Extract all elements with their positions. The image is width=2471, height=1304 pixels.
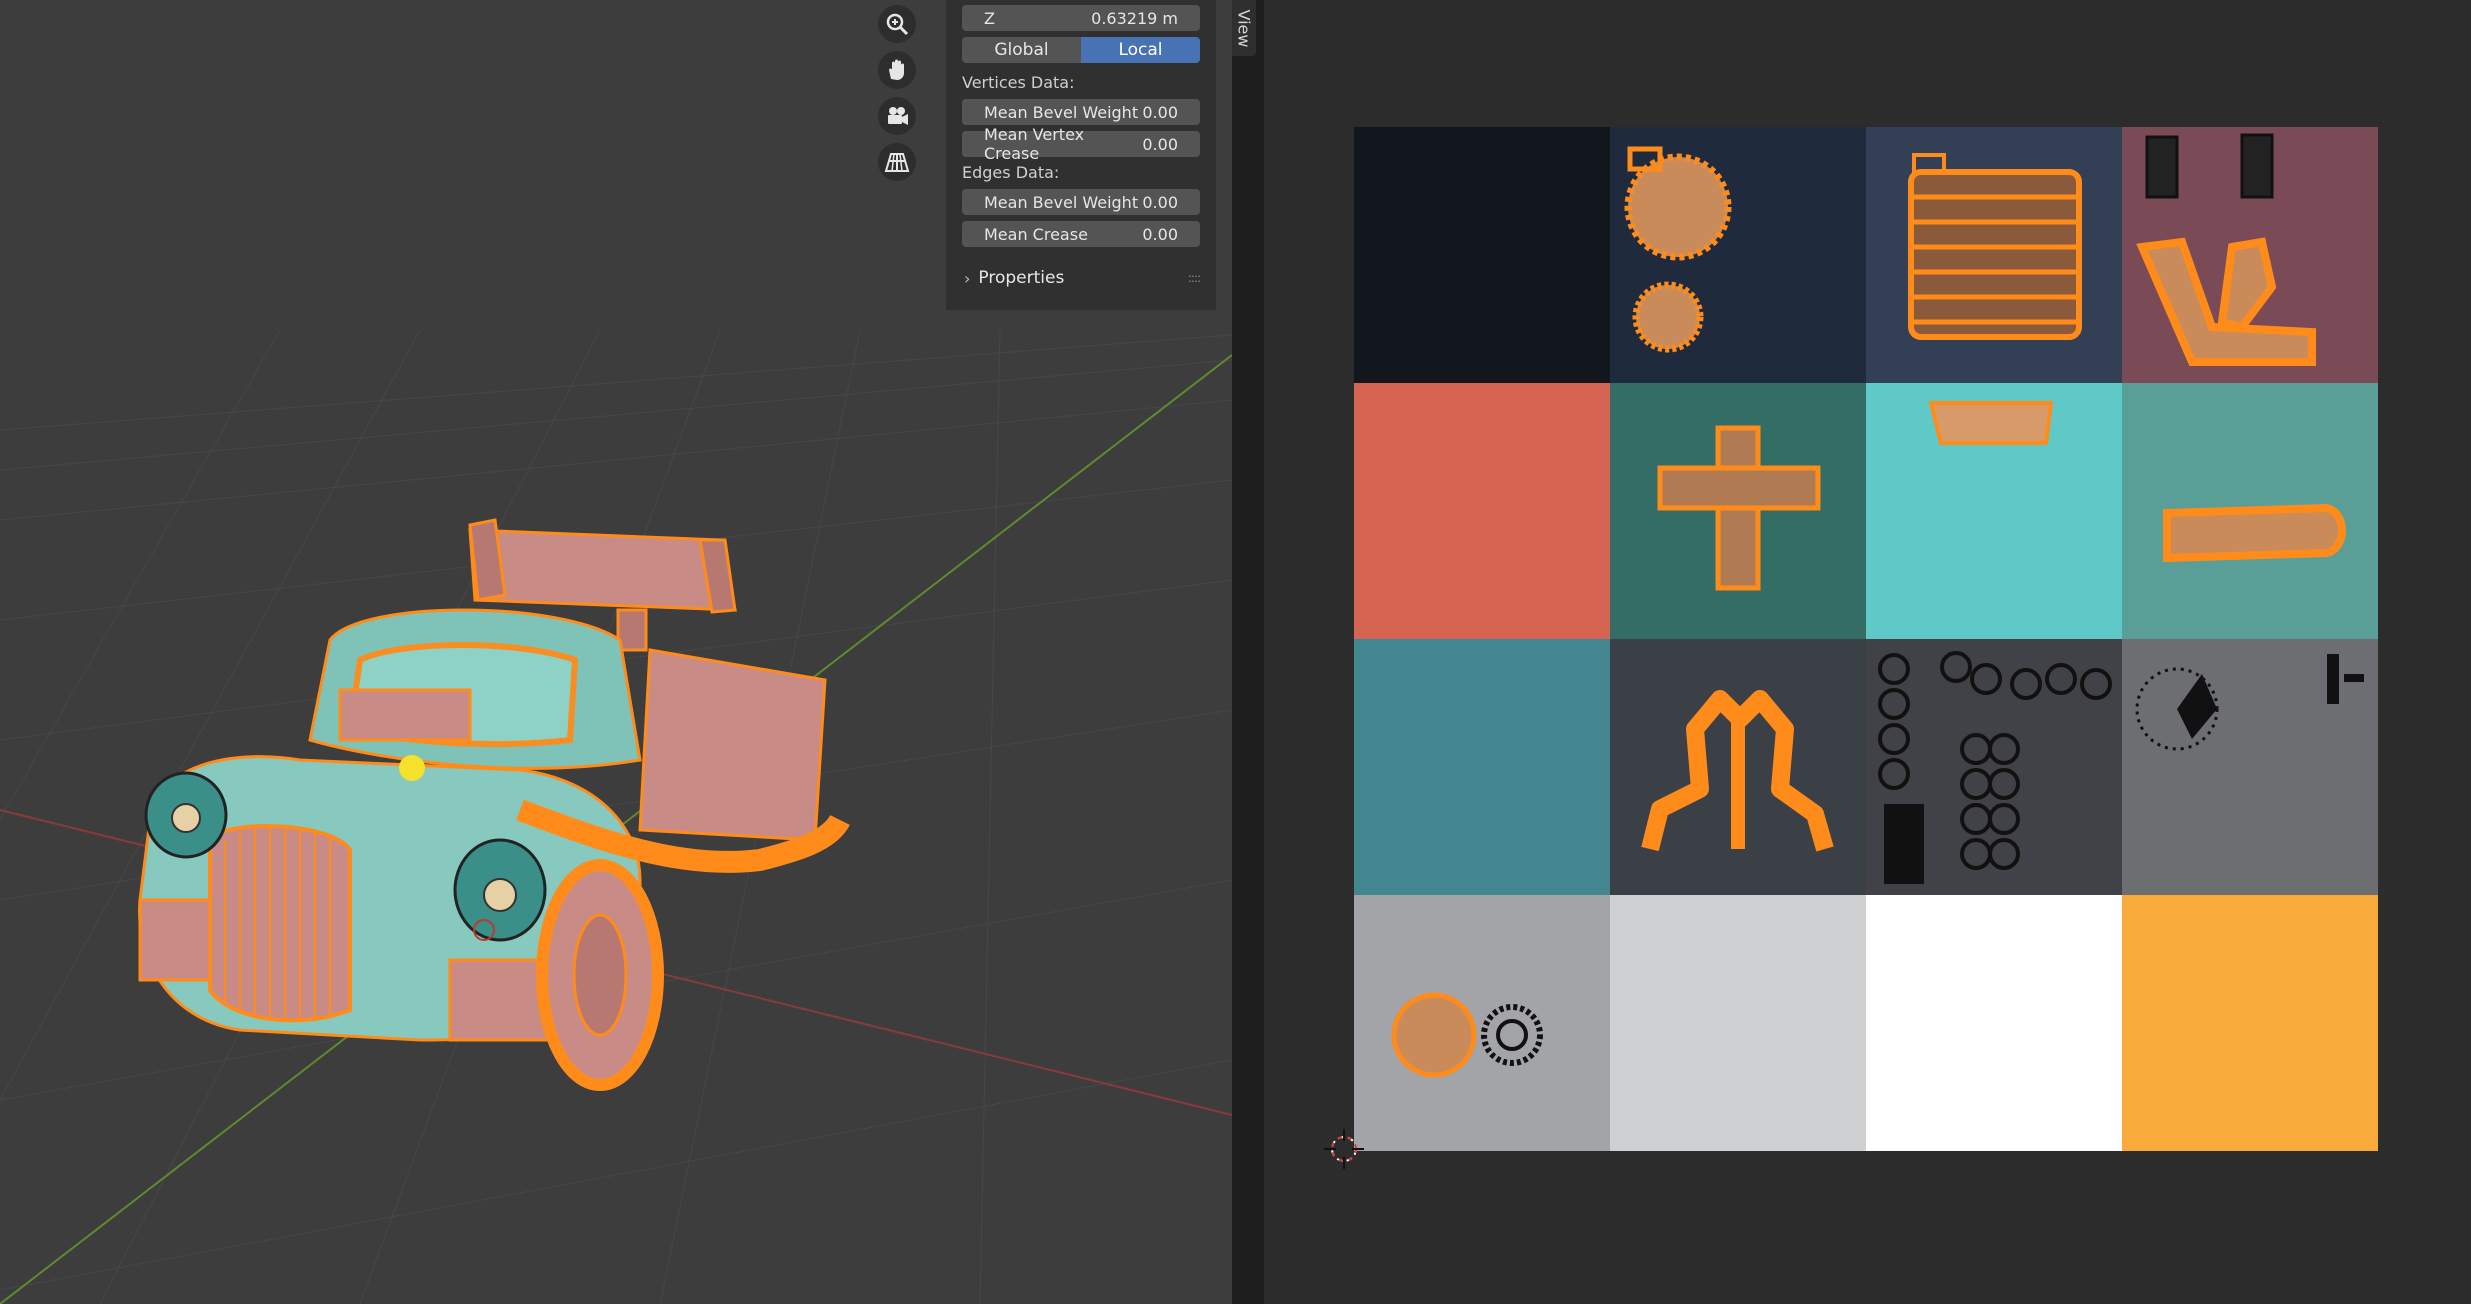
drag-handle-icon[interactable]: :::: xyxy=(1188,271,1201,285)
object-origin xyxy=(399,755,425,781)
uv-island xyxy=(1928,401,2054,445)
mean-vertex-crease-value: 0.00 xyxy=(1142,134,1178,154)
tab-view[interactable]: View xyxy=(1232,0,1256,56)
mean-vertex-crease-label: Mean Vertex Crease xyxy=(984,125,1085,163)
vertices-data-heading: Vertices Data: xyxy=(962,73,1075,92)
area-divider[interactable] xyxy=(1232,0,1264,1304)
uv-editor[interactable] xyxy=(1264,0,2471,1304)
palette-cell xyxy=(1866,639,2122,895)
palette-cell xyxy=(1610,127,1866,383)
zoom-button[interactable] xyxy=(878,5,916,43)
camera-view-button[interactable] xyxy=(878,97,916,135)
edge-mean-bevel-weight-label: Mean Bevel Weight xyxy=(984,192,1139,212)
palette-cell xyxy=(2122,127,2378,383)
uv-island xyxy=(1878,651,2112,884)
perspective-grid-icon xyxy=(884,153,910,172)
zoom-icon xyxy=(886,13,909,36)
palette-cell xyxy=(1866,895,2122,1151)
chevron-right-icon: › xyxy=(964,268,971,288)
palette-cell xyxy=(1354,127,1610,383)
uv-island xyxy=(1657,425,1821,591)
mean-bevel-weight-label: Mean Bevel Weight xyxy=(984,102,1139,122)
car-mesh xyxy=(138,518,850,1091)
uv-island xyxy=(1624,146,1732,353)
edge-mean-bevel-weight-value: 0.00 xyxy=(1142,192,1178,212)
palette-cell xyxy=(2122,639,2378,895)
palette-cell xyxy=(1866,383,2122,639)
global-button[interactable]: Global xyxy=(962,37,1081,63)
palette-cell xyxy=(1354,639,1610,895)
navigation-gizmos xyxy=(878,5,918,189)
mean-crease-field[interactable]: Mean Crease 0.00 xyxy=(962,221,1200,247)
palette-cell xyxy=(1610,639,1866,895)
cursor-2d-icon[interactable] xyxy=(1322,1127,1366,1171)
mean-bevel-weight-value: 0.00 xyxy=(1142,102,1178,122)
palette-cell xyxy=(2122,895,2378,1151)
uv-island xyxy=(2135,654,2364,751)
properties-label: Properties xyxy=(978,268,1065,288)
view-tab-label: View xyxy=(1234,9,1254,47)
palette-cell xyxy=(2122,383,2378,639)
texture-image xyxy=(1354,127,2378,1151)
z-label: Z xyxy=(984,8,995,28)
mean-bevel-weight-field[interactable]: Mean Bevel Weight 0.00 xyxy=(962,99,1200,125)
sidebar-item-panel: Z 0.63219 m Global Local Vertices Data: … xyxy=(946,0,1216,310)
uv-island xyxy=(1908,153,2082,340)
z-location-field[interactable]: Z 0.63219 m xyxy=(962,5,1200,31)
uv-island xyxy=(1391,992,1543,1078)
properties-panel-header[interactable]: › Properties :::: xyxy=(956,265,1206,291)
palette-cell xyxy=(1354,383,1610,639)
3d-viewport[interactable]: Z 0.63219 m Global Local Vertices Data: … xyxy=(0,0,1232,1304)
local-button[interactable]: Local xyxy=(1081,37,1200,63)
uv-island xyxy=(1641,690,1834,852)
pan-button[interactable] xyxy=(878,51,916,89)
edge-mean-bevel-weight-field[interactable]: Mean Bevel Weight 0.00 xyxy=(962,189,1200,215)
palette-cell xyxy=(1866,127,2122,383)
mean-crease-value: 0.00 xyxy=(1142,224,1178,244)
uv-island xyxy=(2136,133,2316,366)
camera-icon xyxy=(888,107,908,125)
perspective-toggle-button[interactable] xyxy=(878,143,916,181)
coordinate-space-toggle: Global Local xyxy=(962,37,1200,63)
mean-crease-label: Mean Crease xyxy=(984,224,1088,244)
palette-cell xyxy=(1610,383,1866,639)
z-value: 0.63219 m xyxy=(1091,8,1178,28)
palette-cell xyxy=(1610,895,1866,1151)
palette-cell xyxy=(1354,895,1610,1151)
edges-data-heading: Edges Data: xyxy=(962,163,1060,182)
mean-vertex-crease-field[interactable]: Mean Vertex Crease 0.00 xyxy=(962,125,1200,163)
uv-island xyxy=(2163,503,2346,563)
hand-pan-icon xyxy=(889,59,904,80)
